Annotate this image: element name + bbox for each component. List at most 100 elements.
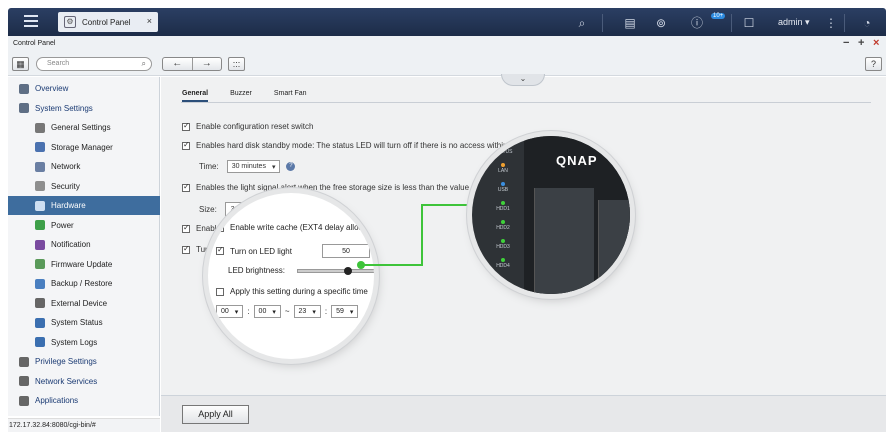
sidebar-item-network-services[interactable]: Network Services (8, 372, 160, 391)
from-hour-select[interactable]: 00 ▾ (216, 305, 244, 318)
sidebar: Overview System Settings General Settings S… (8, 77, 160, 416)
callout-line (357, 201, 481, 269)
config-reset-label: Enable configuration reset switch (196, 122, 314, 131)
standby-checkbox[interactable] (182, 140, 190, 150)
tab-general[interactable]: General (182, 90, 209, 102)
sidebar-item-applications[interactable]: Applications (8, 391, 160, 410)
to-minute: 59 (336, 308, 344, 315)
led-label: HDD3 (496, 244, 510, 250)
light-signal-checkbox[interactable] (182, 182, 190, 192)
magnifier-nas-leds: STATUS LAN USB HDD1 HDD2 HDD3 HDD4 QNAP (472, 136, 630, 294)
collapse-handle[interactable]: ⌄ (501, 74, 545, 86)
help-button[interactable]: ? (865, 57, 882, 71)
search-icon: ⌕ (141, 59, 146, 68)
sidebar-item-system-settings[interactable]: System Settings (8, 99, 160, 118)
notification-icon[interactable]: ⓘ (689, 15, 705, 31)
write-cache-checkbox[interactable] (182, 223, 190, 233)
zoom-checkbox (216, 287, 224, 296)
external-device-icon[interactable]: ⊚ (653, 15, 669, 31)
led-dot (501, 258, 505, 262)
sidebar-item-storage-manager[interactable]: Storage Manager (8, 138, 160, 157)
apps-grid-icon[interactable]: ::: (228, 57, 245, 71)
sidebar-item-security[interactable]: Security (8, 177, 160, 196)
tab-buzzer[interactable]: Buzzer (230, 90, 252, 102)
sidebar-item-external-device[interactable]: External Device (8, 294, 160, 313)
sidebar-item-icon (35, 278, 45, 289)
led-label: HDD2 (496, 225, 510, 231)
sidebar-item-icon (35, 298, 45, 308)
sidebar-item-system-logs[interactable]: System Logs (8, 333, 160, 352)
sidebar-item-icon (35, 220, 45, 230)
time-select[interactable]: 30 minutes ▾ (226, 160, 281, 173)
user-icon[interactable]: ☐ (741, 15, 757, 31)
sidebar-item-network[interactable]: Network (8, 157, 160, 176)
maximize-button[interactable]: + (858, 37, 864, 49)
search-icon[interactable]: ⌕ (574, 15, 590, 31)
qnap-logo: QNAP (556, 153, 598, 168)
from-minute-select[interactable]: 00 ▾ (253, 305, 281, 318)
time-row: Time: 30 minutes ▾ ? (199, 160, 296, 173)
standby-row: Enables hard disk standby mode: The stat… (182, 140, 507, 150)
sidebar-item-power[interactable]: Power (8, 216, 160, 235)
to-hour-select[interactable]: 23 ▾ (293, 305, 321, 318)
sidebar-item-label: Overview (35, 84, 69, 93)
led-dot (501, 201, 505, 205)
tab-smart-fan[interactable]: Smart Fan (274, 90, 307, 102)
sidebar-item-general-settings[interactable]: General Settings (8, 118, 160, 137)
light-signal-label: Enables the light signal alert when the … (196, 183, 489, 192)
zoom-brightness-label: LED brightness: (228, 266, 285, 275)
sidebar-item-label: Backup / Restore (51, 279, 113, 288)
tab-close-icon[interactable]: × (147, 16, 152, 26)
to-minute-select[interactable]: 59 ▾ (331, 305, 359, 318)
sidebar-item-icon (19, 103, 29, 113)
nav-buttons: ← → (162, 57, 222, 71)
led-light-checkbox[interactable] (182, 244, 190, 254)
more-options-icon[interactable]: ⋮ (823, 15, 839, 31)
minimize-button[interactable]: − (843, 37, 849, 49)
background-task-icon[interactable]: ▤ (622, 15, 638, 31)
divider (731, 14, 732, 32)
from-hour: 00 (221, 308, 229, 315)
chevron-down-icon: ▾ (312, 308, 316, 316)
sidebar-item-firmware-update[interactable]: Firmware Update (8, 255, 160, 274)
zoom-write-cache-label: Enable write cache (EXT4 delay allocatio… (230, 223, 374, 232)
close-button[interactable]: × (873, 37, 879, 49)
help-icon[interactable]: ? (286, 162, 296, 171)
led-label: STATUS (493, 149, 513, 155)
menu-icon[interactable] (24, 15, 38, 27)
user-menu[interactable]: admin ▾ (778, 17, 810, 28)
magnifier-led-settings: Enable write cache (EXT4 delay allocatio… (208, 193, 374, 359)
dashboard-icon[interactable]: ◔ (859, 15, 875, 31)
tab-control-panel[interactable]: ⚙ Control Panel × (58, 12, 158, 32)
sidebar-item-overview[interactable]: Overview (8, 79, 160, 98)
zoom-write-cache: Enable write cache (EXT4 delay allocatio… (216, 222, 374, 232)
sidebar-item-icon (35, 337, 45, 347)
back-button[interactable]: ← (163, 58, 193, 70)
sidebar-item-label: Network Services (35, 376, 98, 386)
forward-button[interactable]: → (193, 58, 222, 70)
led-dot (501, 144, 505, 148)
sidebar-item-icon (35, 181, 45, 191)
zoom-brightness: LED brightness: (228, 266, 374, 275)
slider-thumb[interactable] (343, 266, 352, 275)
view-toggle-icon[interactable]: ▦ (12, 57, 29, 71)
sidebar-item-backup-restore[interactable]: Backup / Restore (8, 274, 160, 293)
chevron-down-icon: ▾ (271, 163, 276, 171)
tab-label: Control Panel (82, 17, 131, 27)
sidebar-item-icon (35, 122, 45, 133)
led-dot (501, 220, 505, 224)
apply-all-button[interactable]: Apply All (182, 405, 249, 424)
window-title: Control Panel (13, 40, 56, 47)
search-input[interactable]: Search (47, 60, 69, 67)
sidebar-item-label: Privilege Settings (35, 357, 97, 366)
config-reset-row: Enable configuration reset switch (182, 121, 314, 131)
sidebar-item-privilege-settings[interactable]: Privilege Settings (8, 352, 160, 371)
sidebar-item-hardware[interactable]: Hardware (8, 196, 160, 215)
sidebar-item-system-status[interactable]: System Status (8, 313, 160, 332)
time-value: 30 minutes (231, 163, 266, 170)
search-field[interactable]: Search ⌕ (36, 57, 152, 71)
led-hdd2: HDD2 (486, 220, 520, 231)
sidebar-item-notification[interactable]: Notification (8, 235, 160, 254)
sidebar-item-icon (19, 356, 29, 367)
config-reset-checkbox[interactable] (182, 121, 190, 131)
